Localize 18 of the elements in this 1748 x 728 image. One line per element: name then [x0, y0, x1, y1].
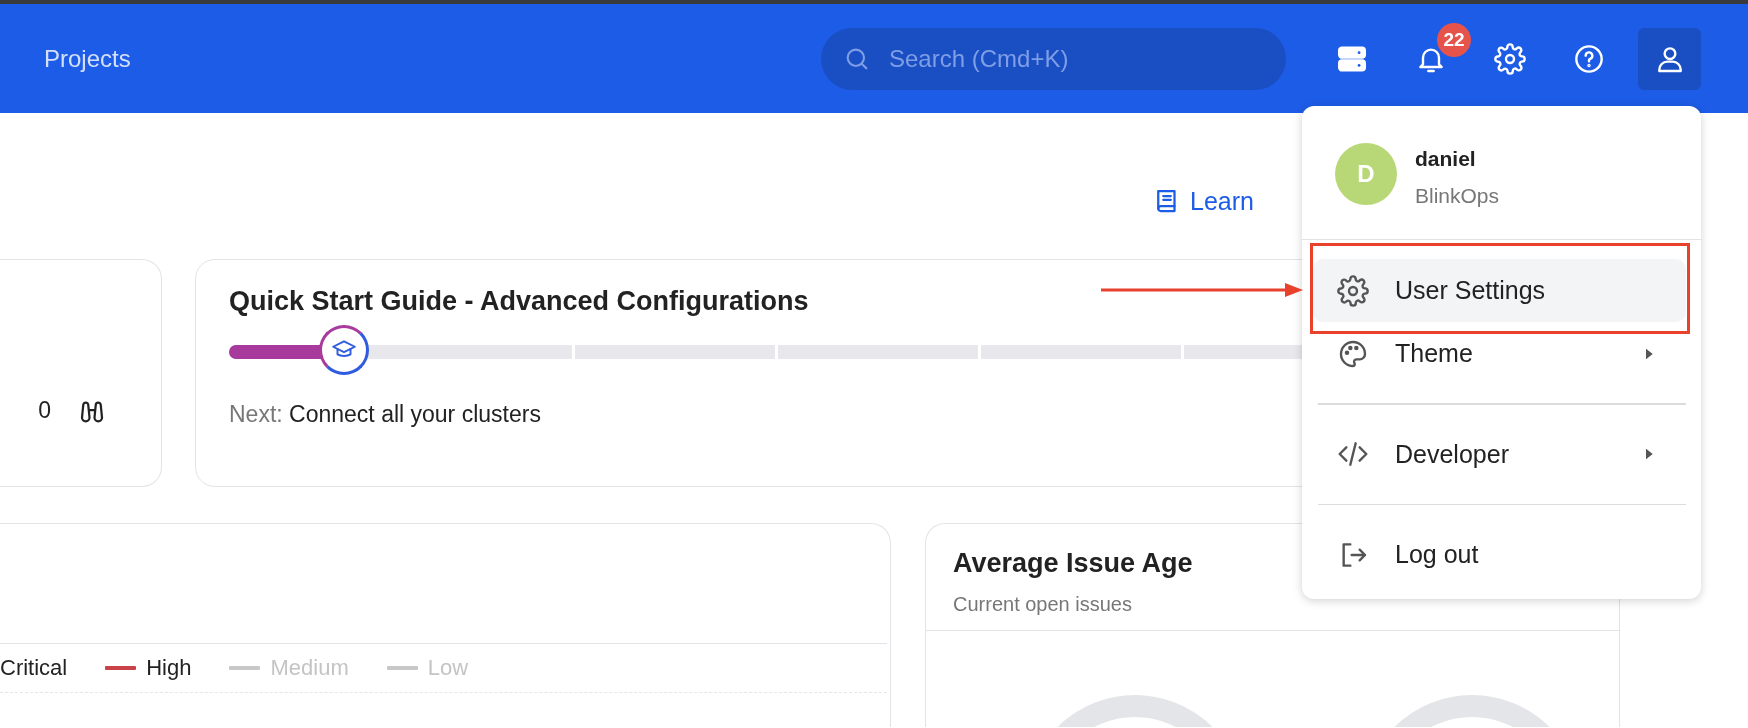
card-title: Average Issue Age [953, 547, 1193, 579]
organization-name: BlinkOps [1415, 183, 1500, 209]
menu-item[interactable]: Theme [1313, 322, 1686, 385]
menu-item[interactable]: Developer [1313, 422, 1686, 486]
legend-label[interactable]: High [146, 655, 192, 681]
page-title: Projects [44, 44, 131, 73]
learn-link[interactable]: Learn [1152, 184, 1254, 218]
menu-item[interactable]: User Settings [1313, 259, 1686, 322]
count-value: 0 [38, 396, 51, 424]
search-field[interactable]: Search (Cmd+K) [821, 27, 1286, 90]
card-subtitle: Current open issues [953, 593, 1132, 616]
notification-badge: 22 [1437, 22, 1471, 57]
legend-label[interactable]: Critical [0, 655, 68, 681]
card-title: Quick Start Guide - Advanced Configurations [229, 285, 809, 317]
menu-item[interactable]: Log out [1313, 523, 1686, 586]
next-step-text: Next: Connect all your clusters [229, 401, 542, 428]
user-name: daniel [1415, 146, 1477, 172]
avatar: D [1335, 143, 1397, 205]
